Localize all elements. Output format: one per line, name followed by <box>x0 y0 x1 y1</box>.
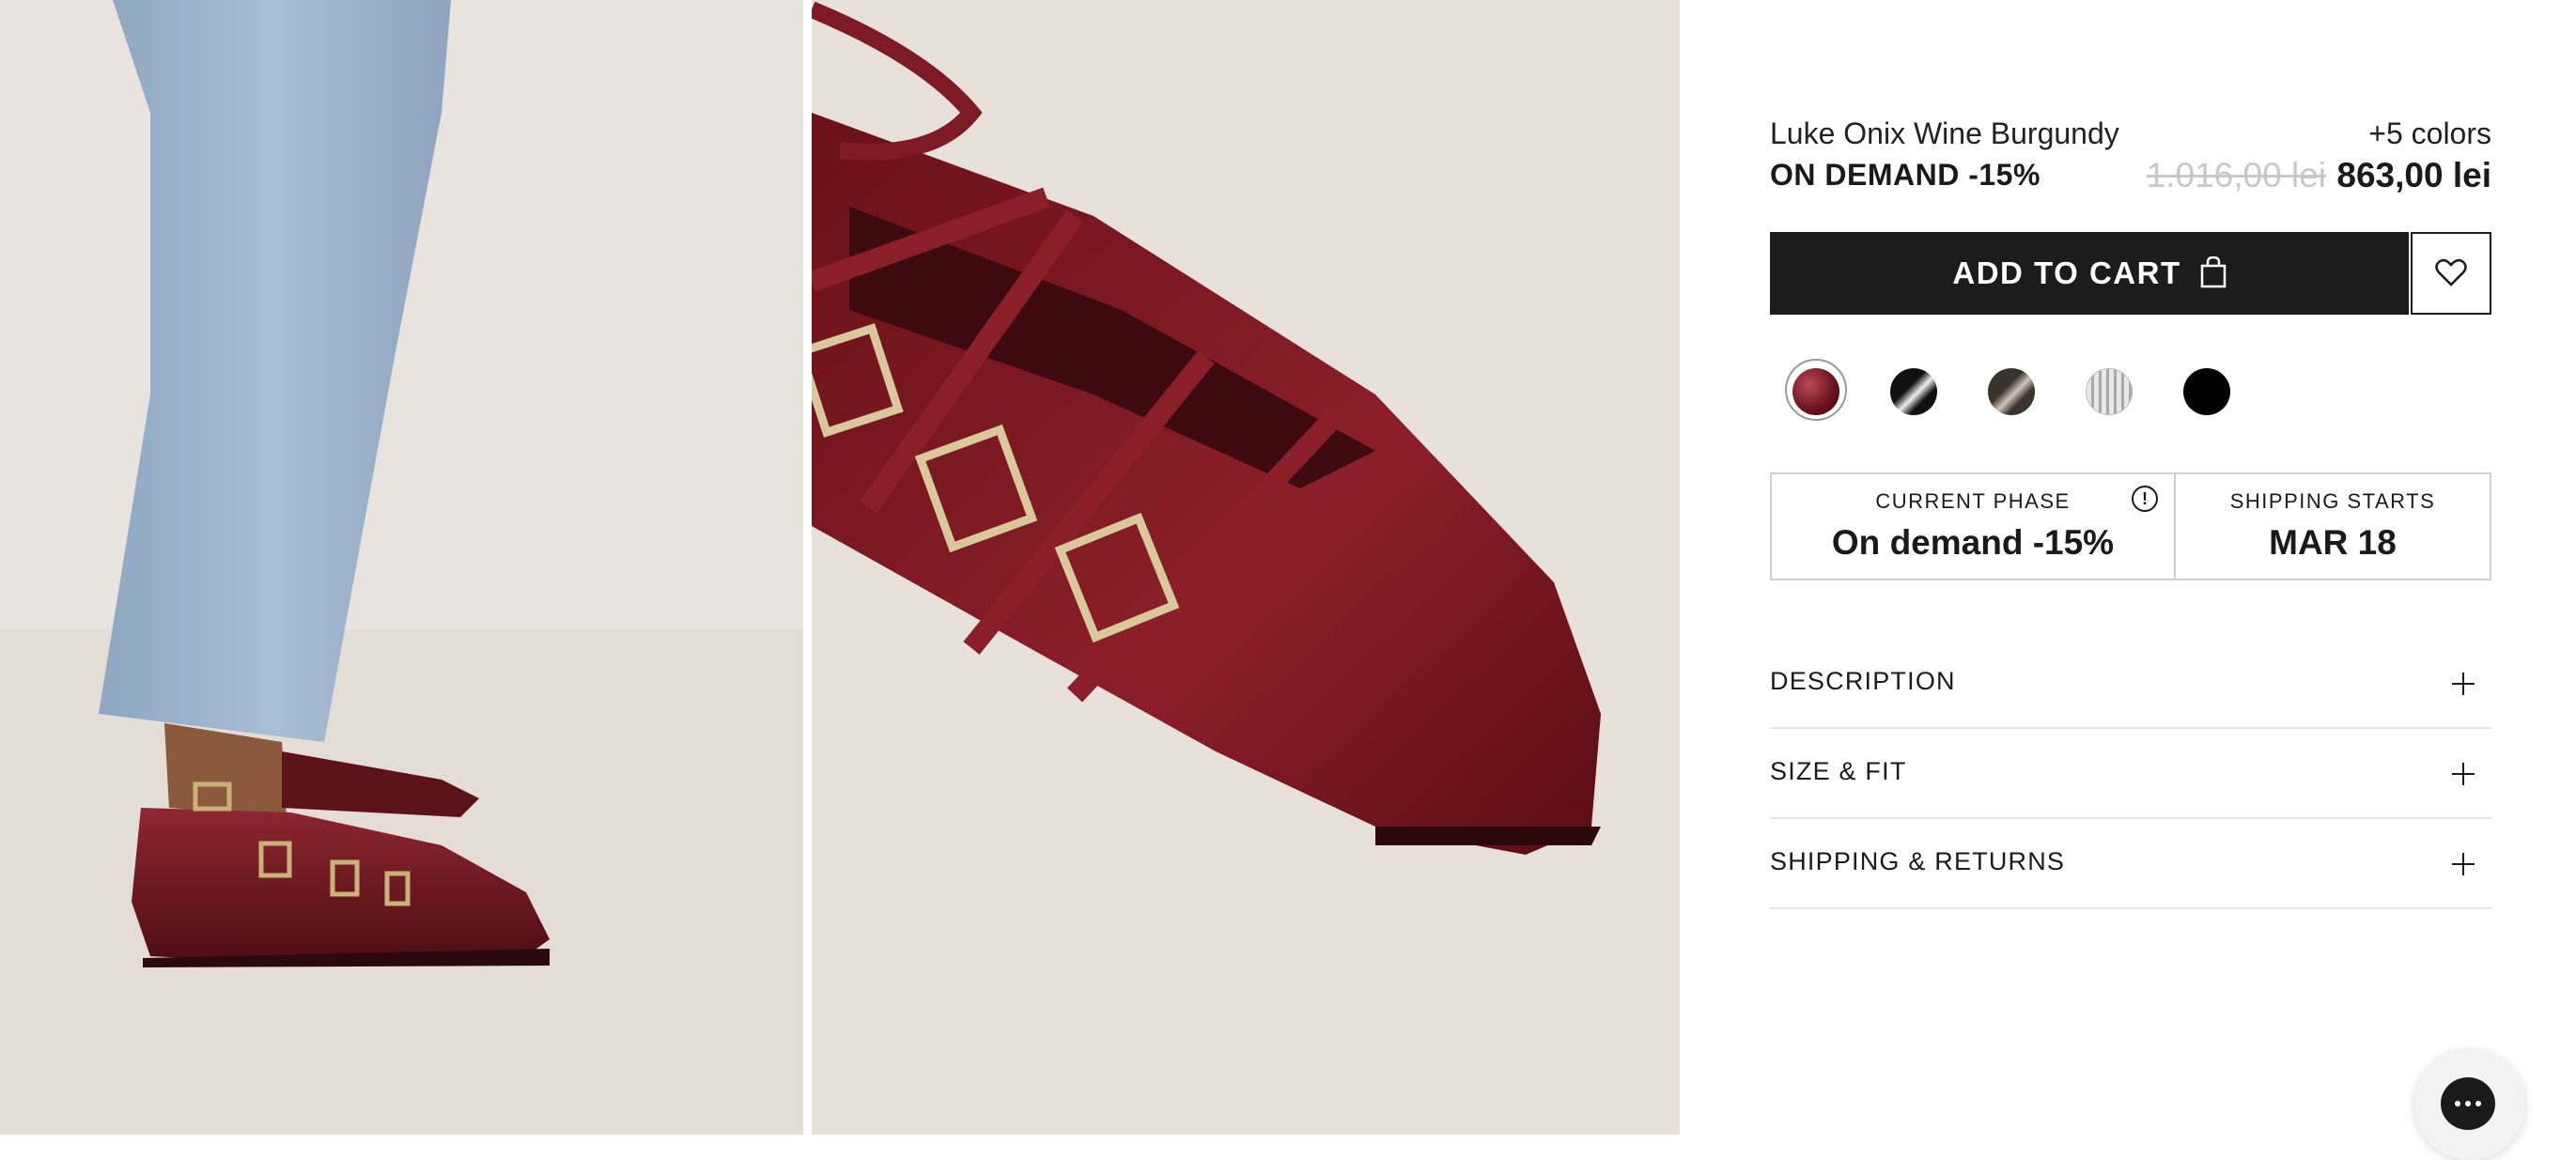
old-price: 1.016,00 lei <box>2146 156 2326 194</box>
product-photo-model[interactable] <box>0 0 803 1135</box>
current-phase-cell: CURRENT PHASE On demand -15% ! <box>1772 474 2176 579</box>
swatch-black[interactable] <box>2183 368 2230 415</box>
chat-icon <box>2441 1077 2495 1130</box>
info-icon[interactable]: ! <box>2132 486 2158 512</box>
product-photo-detail[interactable] <box>812 0 1680 1135</box>
more-colors-link[interactable]: +5 colors <box>2368 116 2491 151</box>
swatch-wine-burgundy[interactable] <box>1792 368 1839 415</box>
shopping-bag-icon <box>2200 255 2227 291</box>
accordion-label: SIZE & FIT <box>1770 757 1907 785</box>
shipping-value: MAR 18 <box>2269 523 2397 562</box>
shipping-caption: SHIPPING STARTS <box>2229 489 2436 513</box>
plus-icon <box>2452 673 2475 695</box>
plus-icon <box>2452 853 2475 875</box>
current-phase-caption: CURRENT PHASE <box>1875 489 2071 513</box>
heart-icon <box>2435 258 2467 289</box>
swatch-silver-metallic[interactable] <box>2086 368 2133 415</box>
swatch-black-patent[interactable] <box>1890 368 1937 415</box>
swatch-dark-brown[interactable] <box>1988 368 2035 415</box>
product-name: Luke Onix Wine Burgundy <box>1770 116 2119 150</box>
add-to-cart-button[interactable]: ADD TO CART <box>1770 232 2409 315</box>
accordion-description[interactable]: DESCRIPTION <box>1770 639 2491 729</box>
current-phase-value: On demand -15% <box>1831 523 2115 562</box>
add-to-cart-label: ADD TO CART <box>1952 255 2181 290</box>
product-accordion: DESCRIPTION SIZE & FIT SHIPPING & RETURN… <box>1770 639 2491 909</box>
wishlist-button[interactable] <box>2411 232 2491 315</box>
chat-button[interactable] <box>2414 1049 2525 1160</box>
title-row: Luke Onix Wine Burgundy +5 colors <box>1770 116 2491 154</box>
new-price: 863,00 lei <box>2336 156 2491 194</box>
phase-label: ON DEMAND -15% <box>1770 158 2041 192</box>
accordion-size-fit[interactable]: SIZE & FIT <box>1770 729 2491 819</box>
order-info-box: CURRENT PHASE On demand -15% ! SHIPPING … <box>1770 472 2491 580</box>
product-info-panel: Luke Onix Wine Burgundy +5 colors ON DEM… <box>1770 0 2491 1135</box>
phase-price-row: ON DEMAND -15% 1.016,00 lei 863,00 lei <box>1770 156 2491 199</box>
shipping-starts-cell: SHIPPING STARTS MAR 18 <box>2176 474 2490 579</box>
plus-icon <box>2452 763 2475 785</box>
accordion-label: DESCRIPTION <box>1770 667 1956 695</box>
accordion-label: SHIPPING & RETURNS <box>1770 847 2066 875</box>
accordion-shipping-returns[interactable]: SHIPPING & RETURNS <box>1770 819 2491 909</box>
